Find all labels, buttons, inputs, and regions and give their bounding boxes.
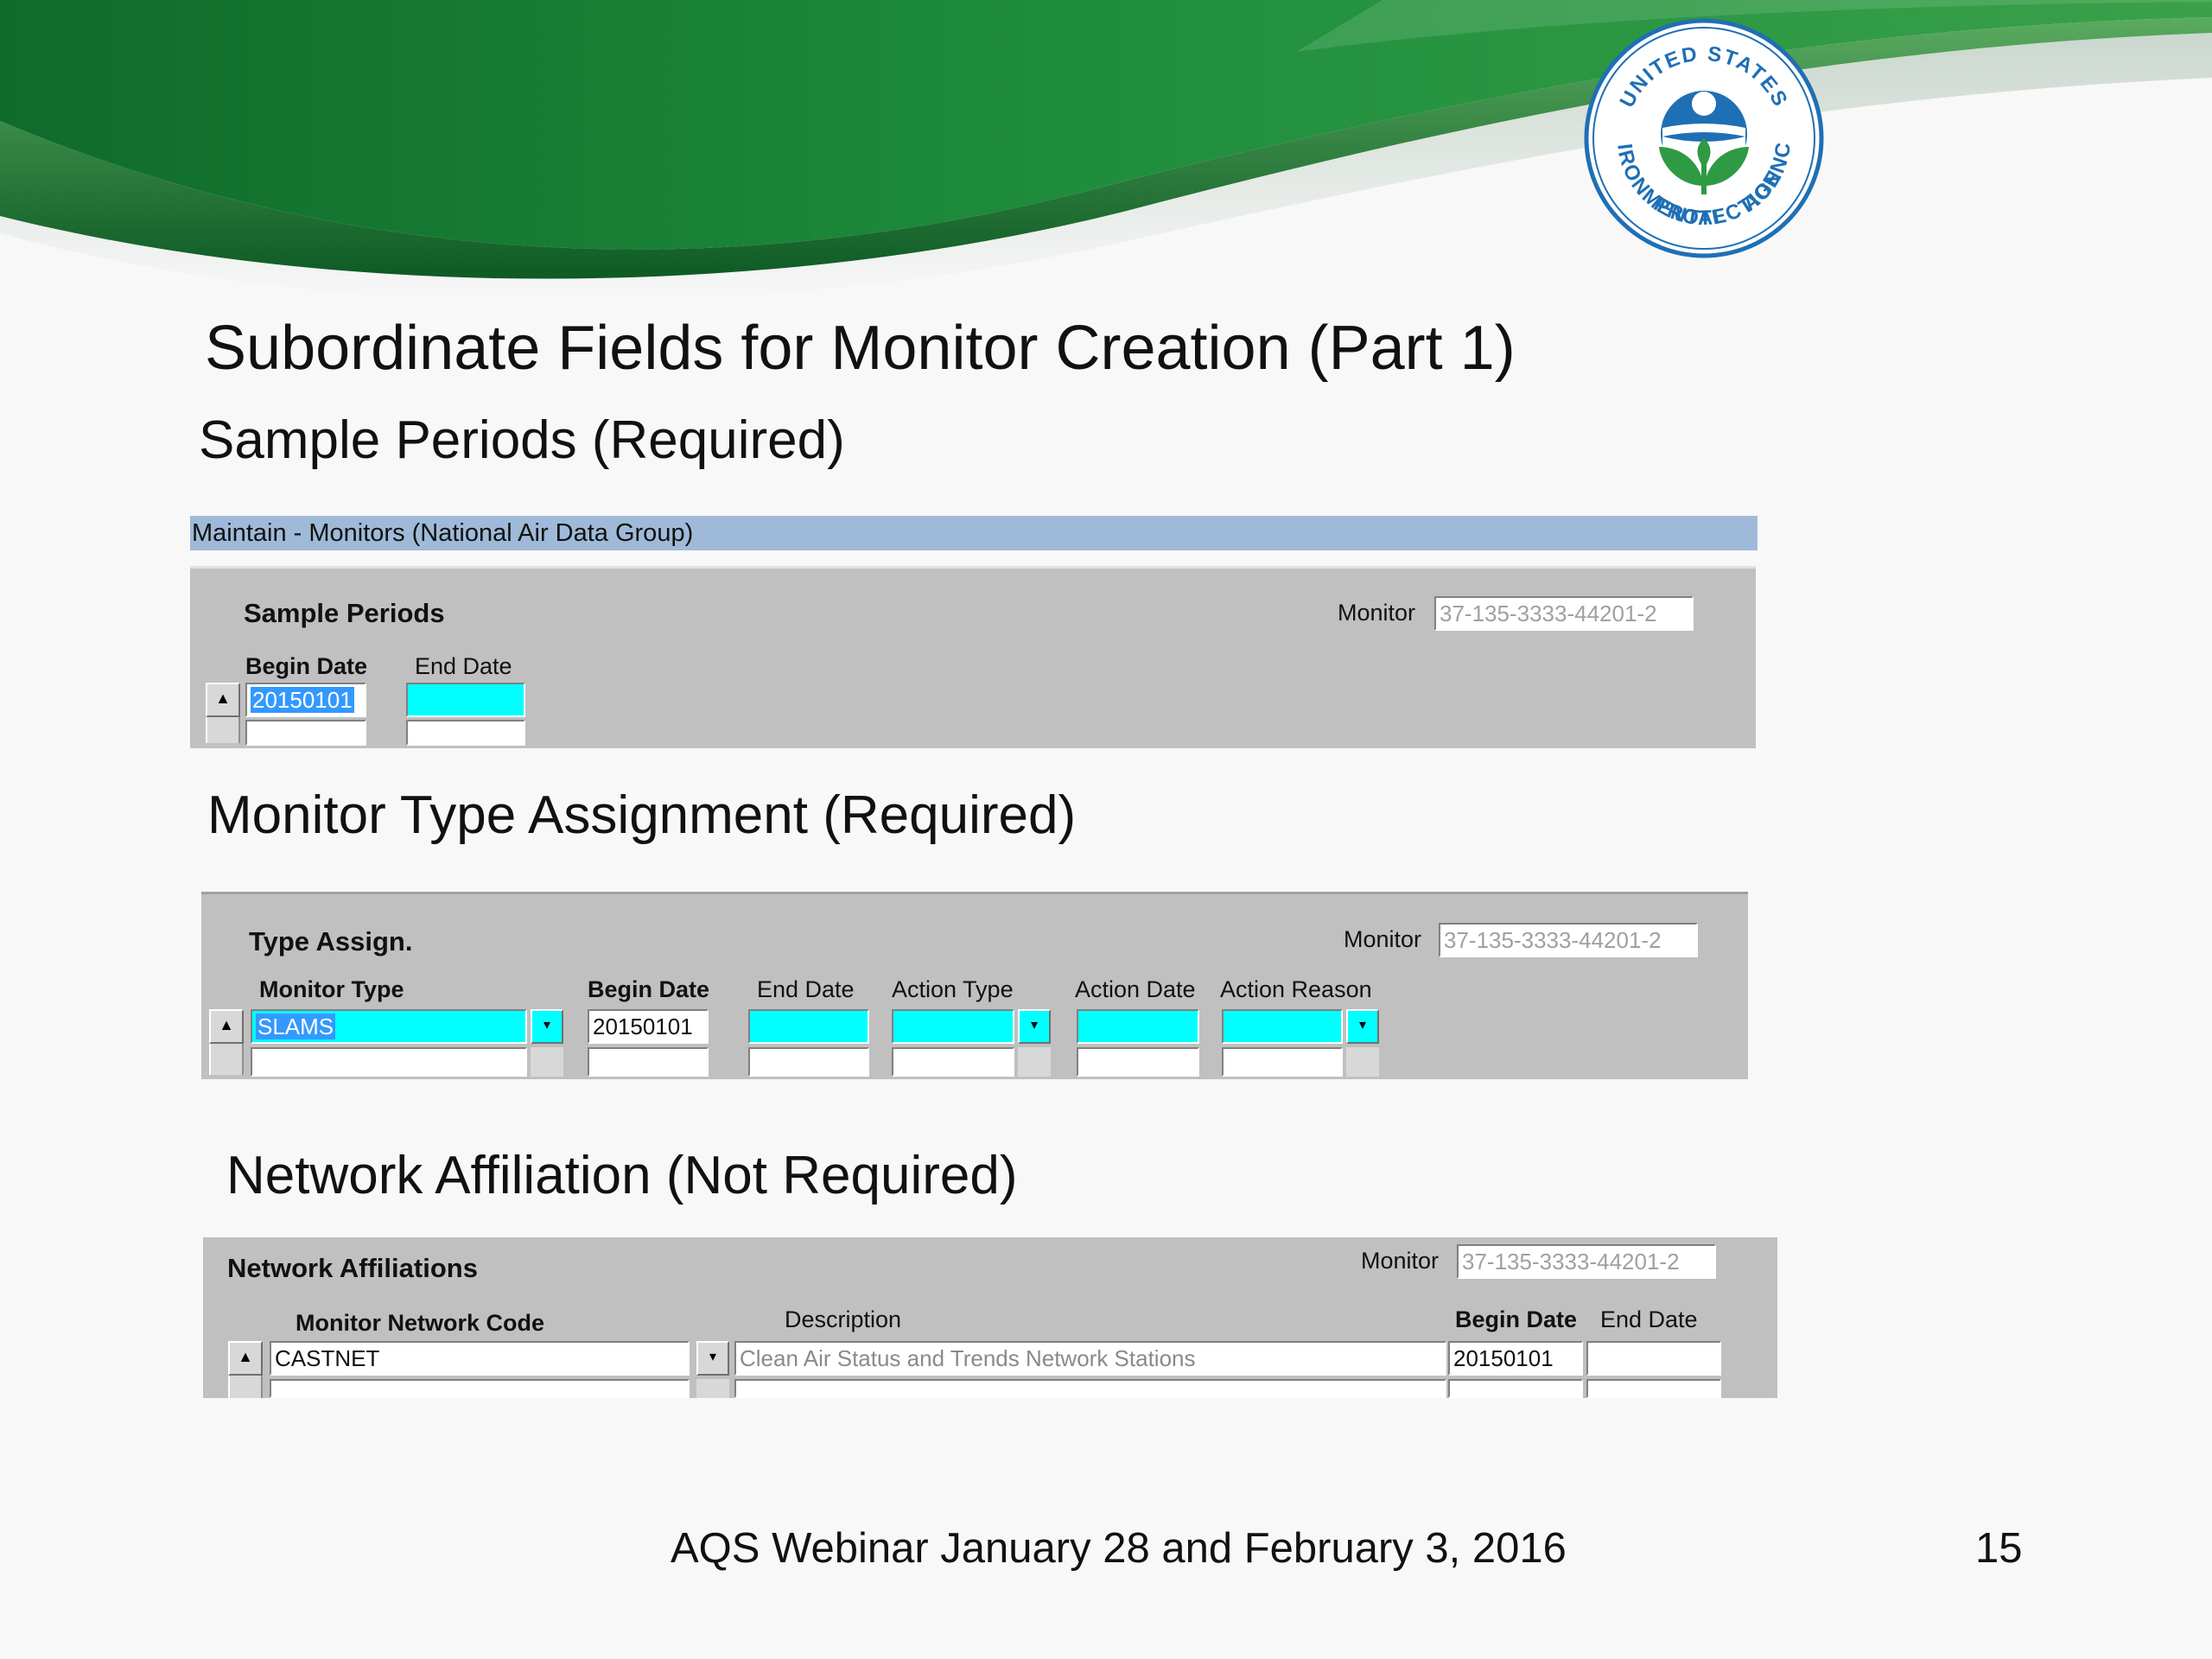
end-date-field-row2[interactable] bbox=[406, 720, 525, 746]
page-number: 15 bbox=[1975, 1525, 2023, 1572]
record-scrollbar[interactable] bbox=[209, 1044, 244, 1075]
column-header-description: Description bbox=[785, 1306, 902, 1332]
action-type-dropdown-row2[interactable] bbox=[1018, 1047, 1051, 1077]
column-header-begin-date: Begin Date bbox=[245, 653, 368, 679]
end-date-field[interactable] bbox=[748, 1009, 869, 1044]
begin-date-field-row2[interactable] bbox=[1448, 1379, 1583, 1398]
network-code-dropdown-row2[interactable] bbox=[696, 1379, 729, 1398]
network-code-dropdown-button[interactable]: ▾ bbox=[696, 1341, 729, 1376]
end-date-field-row2[interactable] bbox=[1586, 1379, 1721, 1398]
column-header-end-date: End Date bbox=[1600, 1306, 1698, 1332]
record-scrollbar[interactable] bbox=[206, 717, 240, 743]
monitor-label: Monitor bbox=[1361, 1248, 1440, 1274]
monitor-id-field: 37-135-3333-44201-2 bbox=[1457, 1244, 1716, 1279]
action-type-dropdown-button[interactable]: ▾ bbox=[1018, 1009, 1051, 1044]
column-header-monitor-network-code: Monitor Network Code bbox=[296, 1310, 544, 1336]
monitor-label: Monitor bbox=[1338, 600, 1416, 626]
network-code-field-row2[interactable] bbox=[270, 1379, 690, 1398]
begin-date-field[interactable]: 20150101 bbox=[588, 1009, 709, 1044]
window-title-bar: Maintain - Monitors (National Air Data G… bbox=[190, 516, 1758, 550]
record-scroll-up-button[interactable]: ▲ bbox=[209, 1009, 244, 1044]
action-reason-field[interactable] bbox=[1222, 1009, 1343, 1044]
action-type-field-row2[interactable] bbox=[892, 1047, 1014, 1077]
action-date-field[interactable] bbox=[1077, 1009, 1199, 1044]
begin-date-field[interactable]: 20150101 bbox=[1448, 1341, 1583, 1376]
column-header-begin-date: Begin Date bbox=[588, 976, 710, 1002]
action-reason-dropdown-row2[interactable] bbox=[1346, 1047, 1379, 1077]
column-header-action-reason: Action Reason bbox=[1220, 976, 1372, 1002]
header-wave-banner bbox=[0, 0, 2212, 311]
end-date-field-row2[interactable] bbox=[748, 1047, 869, 1077]
begin-date-field-row2[interactable] bbox=[245, 720, 366, 746]
monitor-type-dropdown-button[interactable]: ▾ bbox=[531, 1009, 563, 1044]
footer-text: AQS Webinar January 28 and February 3, 2… bbox=[671, 1525, 1567, 1572]
monitor-id-field: 37-135-3333-44201-2 bbox=[1439, 923, 1698, 957]
description-field: Clean Air Status and Trends Network Stat… bbox=[734, 1341, 1446, 1376]
monitor-type-field[interactable]: SLAMS bbox=[251, 1009, 527, 1044]
monitor-type-dropdown-row2[interactable] bbox=[531, 1047, 563, 1077]
action-reason-field-row2[interactable] bbox=[1222, 1047, 1343, 1077]
monitor-id-field: 37-135-3333-44201-2 bbox=[1434, 596, 1694, 631]
column-header-action-date: Action Date bbox=[1075, 976, 1196, 1002]
network-affiliations-section-label: Network Affiliations bbox=[227, 1253, 478, 1283]
network-code-field[interactable]: CASTNET bbox=[270, 1341, 690, 1376]
begin-date-field-row2[interactable] bbox=[588, 1047, 709, 1077]
column-header-action-type: Action Type bbox=[892, 976, 1014, 1002]
action-type-field[interactable] bbox=[892, 1009, 1014, 1044]
monitor-label: Monitor bbox=[1344, 926, 1422, 952]
description-field-row2 bbox=[734, 1379, 1446, 1398]
monitor-type-field-row2[interactable] bbox=[251, 1047, 527, 1077]
slide-title: Subordinate Fields for Monitor Creation … bbox=[205, 314, 1516, 383]
section-heading-monitor-type: Monitor Type Assignment (Required) bbox=[207, 785, 1077, 845]
column-header-begin-date: Begin Date bbox=[1455, 1306, 1578, 1332]
sample-periods-section-label: Sample Periods bbox=[244, 598, 445, 628]
action-reason-dropdown-button[interactable]: ▾ bbox=[1346, 1009, 1379, 1044]
record-scrollbar[interactable] bbox=[228, 1376, 263, 1398]
begin-date-selected-text: 20150101 bbox=[251, 687, 354, 713]
record-scroll-up-button[interactable]: ▲ bbox=[228, 1341, 263, 1376]
column-header-end-date: End Date bbox=[415, 653, 512, 679]
column-header-monitor-type: Monitor Type bbox=[259, 976, 404, 1002]
epa-seal-logo: UNITED STATES ENVIRONMENTAL PROTECTION A… bbox=[1583, 17, 1824, 258]
begin-date-field[interactable]: 20150101 bbox=[245, 683, 366, 717]
type-assign-section-label: Type Assign. bbox=[249, 926, 413, 957]
action-date-field-row2[interactable] bbox=[1077, 1047, 1199, 1077]
section-heading-sample-periods: Sample Periods (Required) bbox=[199, 410, 845, 470]
end-date-field[interactable] bbox=[1586, 1341, 1721, 1376]
end-date-field[interactable] bbox=[406, 683, 525, 717]
monitor-type-selected-text: SLAMS bbox=[256, 1014, 336, 1039]
section-heading-network-affiliation: Network Affiliation (Not Required) bbox=[226, 1146, 1018, 1205]
column-header-end-date: End Date bbox=[757, 976, 855, 1002]
record-scroll-up-button[interactable]: ▲ bbox=[206, 683, 240, 717]
